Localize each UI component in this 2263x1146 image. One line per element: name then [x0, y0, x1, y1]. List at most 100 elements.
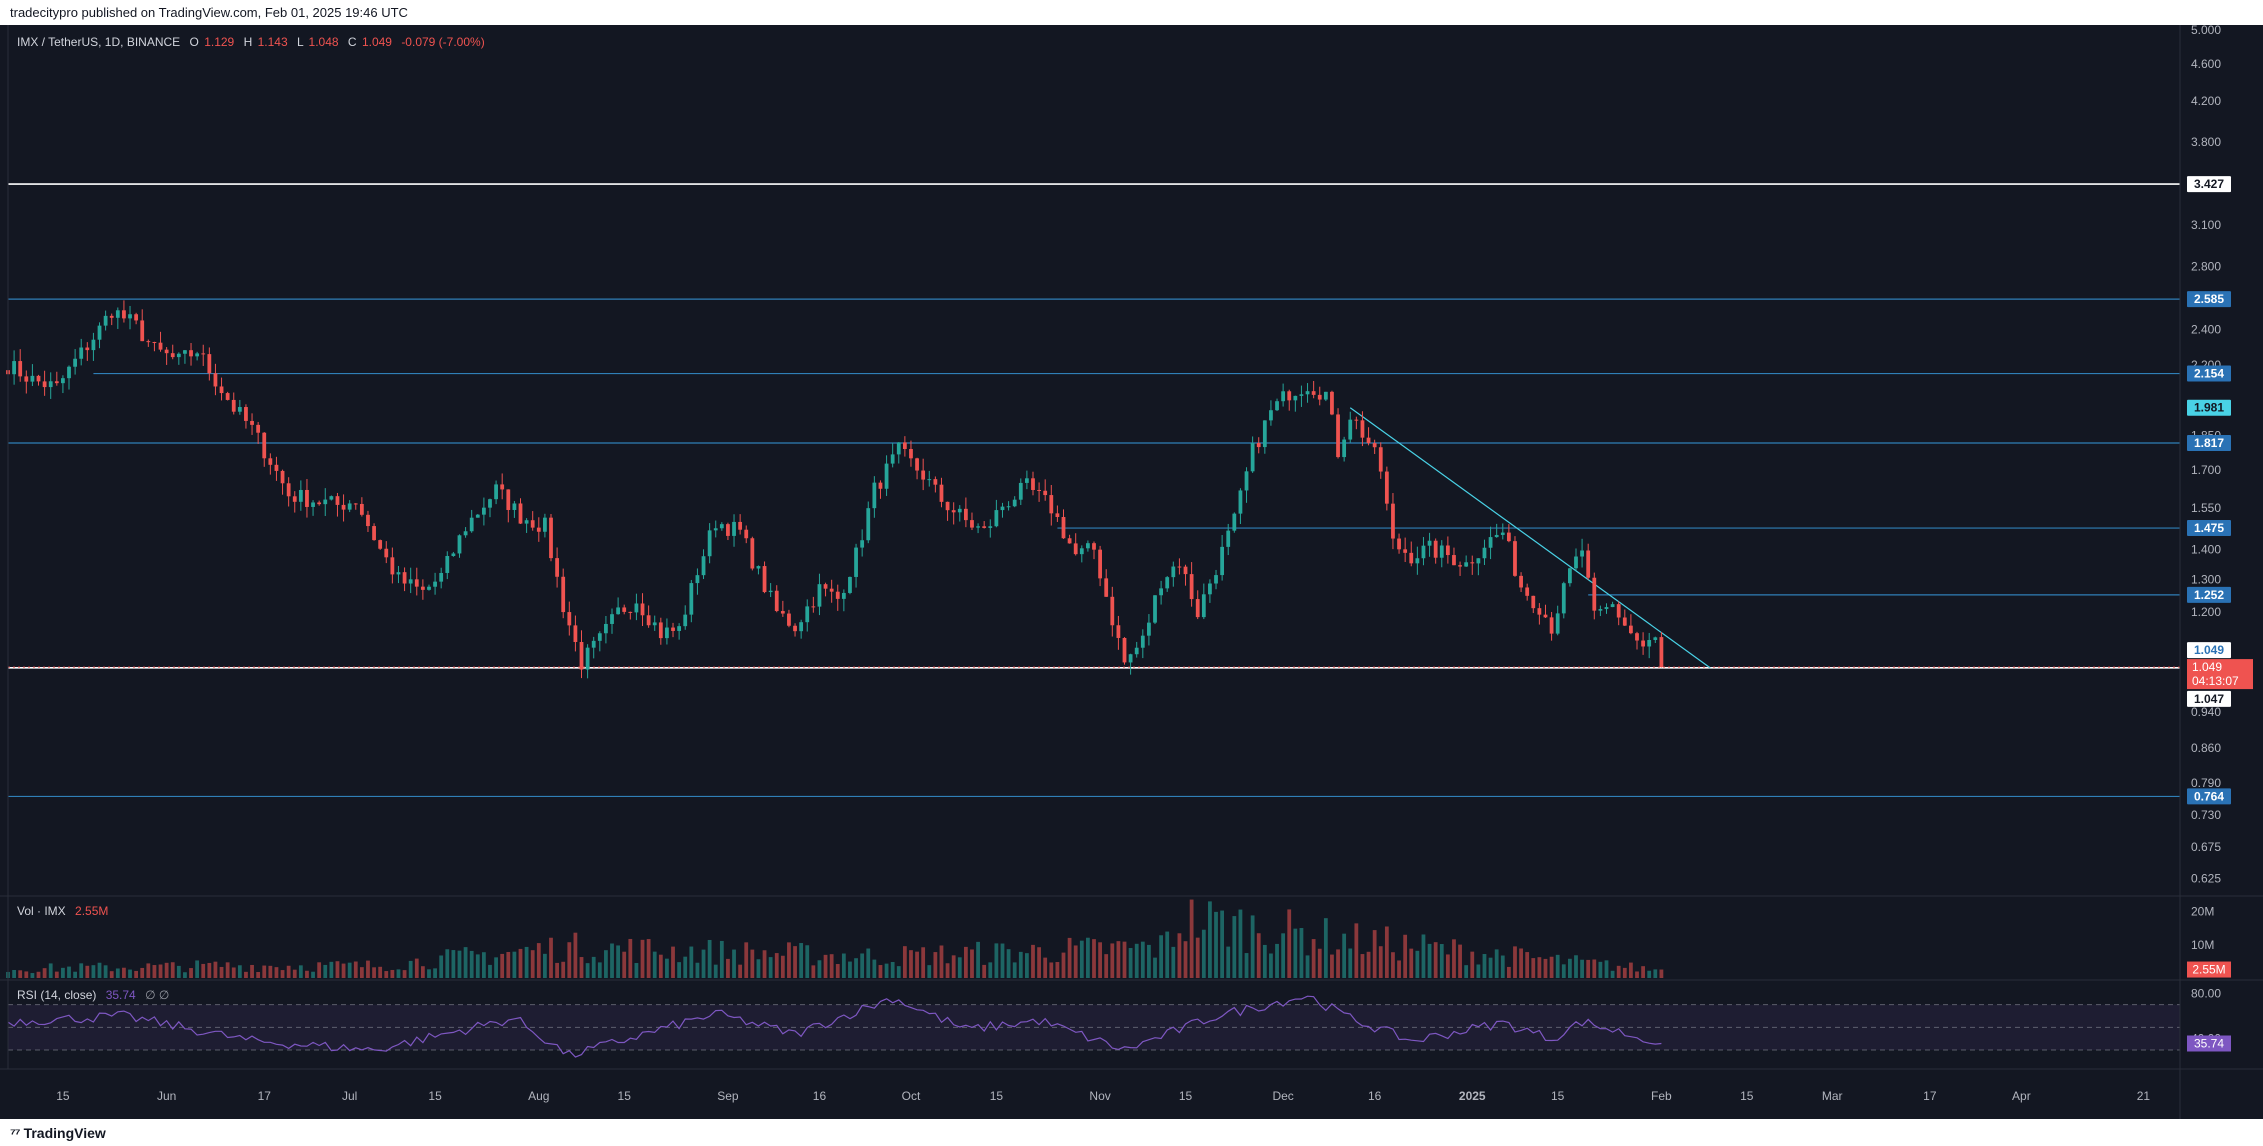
time-tick-label: 15: [1740, 1089, 1754, 1103]
volume-bar: [1592, 959, 1597, 978]
candle-body: [1354, 419, 1359, 421]
volume-bar: [195, 960, 200, 978]
level-badge: 3.427: [2194, 177, 2224, 191]
candle-body: [195, 353, 200, 357]
volume-bar: [841, 953, 846, 978]
candle-body: [42, 381, 47, 388]
candle-body: [1635, 633, 1639, 641]
volume-bar: [402, 970, 407, 978]
candle-body: [1122, 637, 1127, 663]
volume-bar: [902, 946, 907, 978]
candle-body: [1067, 538, 1072, 544]
candle-body: [640, 603, 645, 616]
candle-body: [799, 622, 804, 632]
candle-body: [353, 503, 358, 505]
volume-bar: [976, 941, 980, 978]
candle-body: [896, 442, 901, 455]
time-tick-label: Nov: [1089, 1089, 1110, 1103]
legend-close-label: C: [348, 35, 357, 49]
time-tick-label: 15: [618, 1089, 632, 1103]
candle-body: [1024, 478, 1029, 483]
volume-bar: [1140, 941, 1145, 978]
candle-body: [18, 361, 23, 377]
horizontal-levels: [8, 183, 2180, 798]
volume-legend: Vol · IMX 2.55M: [17, 904, 108, 918]
candle-body: [91, 339, 96, 351]
volume-bar: [1195, 937, 1200, 978]
candle-body: [811, 606, 816, 608]
time-tick-label: 2025: [1459, 1089, 1486, 1103]
level-badge: 2.154: [2194, 367, 2224, 381]
volume-bar: [799, 943, 804, 978]
level-badge: 1.475: [2194, 521, 2224, 535]
volume-bar: [530, 950, 535, 978]
candle-body: [1445, 545, 1450, 556]
candle-body: [1104, 578, 1109, 597]
volume-bar: [262, 965, 267, 978]
price-axis: 5.0004.6004.2003.8003.1002.8002.4002.200…: [2191, 25, 2221, 885]
volume-bar: [250, 964, 254, 978]
candle-body: [921, 470, 926, 480]
legend-high-label: H: [244, 35, 253, 49]
volume-bar: [732, 949, 736, 978]
volume-bar: [323, 964, 328, 978]
candle-body: [457, 535, 462, 554]
candle-body: [170, 353, 175, 358]
volume-bar: [713, 964, 718, 978]
candle-body: [366, 514, 370, 527]
candle-body: [1238, 490, 1243, 514]
price-tick-label: 1.300: [2191, 573, 2221, 587]
volume-bar: [366, 960, 370, 978]
candle-body: [128, 314, 132, 319]
volume-bar: [524, 946, 529, 978]
candle-body: [793, 625, 797, 632]
volume-bar: [1629, 962, 1633, 978]
candle-body: [750, 538, 755, 569]
volume-bar: [1159, 935, 1164, 978]
volume-bar: [1281, 933, 1286, 978]
candle-body: [549, 517, 553, 559]
candle-body: [805, 606, 810, 623]
volume-bar: [915, 951, 919, 978]
svg-text:RSI (14, close) 35.74: RSI (14, close) 35.74 ∅ ∅: [17, 988, 169, 1002]
candle-body: [183, 350, 187, 354]
candle-body: [829, 588, 834, 592]
volume-bar: [957, 957, 962, 978]
candle-body: [1189, 574, 1194, 600]
candle-body: [1323, 391, 1328, 400]
candle-body: [335, 496, 340, 505]
candle-body: [1543, 614, 1548, 618]
current-price-badge: 1.049: [2192, 660, 2222, 674]
candle-body: [866, 508, 871, 541]
time-tick-label: 16: [813, 1089, 827, 1103]
time-axis: 15 Jun 17 Jul 15 Aug 15 Sep 16 Oct 15 Nov 15 Dec 16 202…: [56, 1089, 2150, 1103]
volume-bar: [512, 951, 517, 978]
volume-bar: [994, 943, 999, 978]
volume-bar: [829, 954, 834, 978]
candle-body: [378, 540, 383, 549]
legend-close-value: 1.049: [362, 35, 392, 49]
volume-bar: [1311, 939, 1316, 978]
volume-bar: [963, 946, 968, 978]
candle-body: [1586, 550, 1591, 578]
volume-scale-label: 20M: [2191, 905, 2214, 919]
volume-bar: [805, 945, 810, 978]
volume-bar: [1177, 933, 1182, 978]
volume-bar: [158, 964, 163, 978]
volume-bar: [1519, 948, 1523, 978]
volume-bar: [1403, 934, 1408, 978]
volume-bar: [97, 962, 102, 978]
volume-bar: [1506, 966, 1511, 978]
volume-bar: [433, 968, 437, 978]
candle-body: [1293, 395, 1298, 401]
volume-bar: [1116, 941, 1121, 978]
chart-canvas[interactable]: 20M 10M 2.55M 80.0040.0035.74 5.000 4.600 4.…: [0, 25, 2263, 1119]
volume-bar: [1226, 946, 1231, 978]
legend: IMX / TetherUS, 1D, BINANCE O 1.129 H 1.…: [17, 35, 485, 49]
volume-bar: [268, 965, 273, 978]
candle-body: [305, 489, 309, 507]
candle-body: [1384, 471, 1389, 504]
candle-body: [311, 502, 315, 507]
time-tick-label: Sep: [717, 1089, 739, 1103]
candle-body: [1549, 617, 1554, 634]
